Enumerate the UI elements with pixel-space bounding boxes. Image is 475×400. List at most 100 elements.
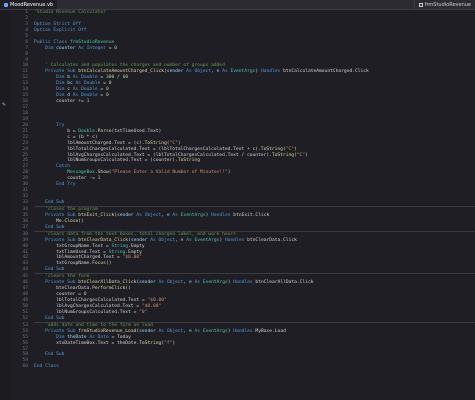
code-text: End Sub — [34, 225, 475, 231]
code-token: lblAmountCharged.Text = — [34, 255, 123, 261]
code-token: Private Sub — [34, 212, 79, 218]
code-token: As Double — [69, 93, 98, 99]
code-token: theDate — [67, 334, 87, 340]
code-token: btnClearData_Click — [78, 237, 129, 243]
code-token: String — [111, 243, 129, 249]
code-token: ToString — [139, 340, 162, 346]
code-token: EventArgs — [202, 280, 228, 286]
code-token: As Object — [133, 212, 162, 218]
code-token: As Object — [183, 69, 212, 75]
code-token: sender — [166, 69, 184, 75]
code-token: Private Sub — [34, 237, 79, 243]
code-line[interactable]: 44 End Sub — [10, 267, 475, 273]
code-token: btnExit_Click — [78, 212, 115, 218]
code-token: ' Calculates and populates the charges a… — [34, 63, 225, 69]
code-token: btnClearAllData_Click — [78, 280, 137, 286]
code-token: 'clears data from the text boxes, total … — [34, 231, 236, 237]
code-text: End Class — [34, 364, 475, 370]
code-token: As — [219, 69, 231, 75]
code-token: counter — [56, 45, 76, 51]
code-token: As — [169, 212, 181, 218]
code-text: End Sub — [34, 200, 475, 206]
code-token: counter = — [34, 292, 84, 298]
code-token: xtxDateTimeBox.Text = theDate. — [34, 340, 140, 346]
code-token: "C" — [285, 146, 295, 152]
code-token: lblTotalChargesCalculated.Text = (lblTot… — [34, 146, 261, 152]
code-token: txtTimeUsed.Text = — [34, 249, 109, 255]
code-token: "$0.00" — [141, 303, 162, 309]
code-token: End Sub — [34, 352, 65, 358]
code-token: Private Sub — [34, 280, 79, 286]
code-token: btnCalculateAmountCharged.Click — [283, 69, 369, 75]
code-token: Handles — [233, 280, 256, 286]
code-token: 'closes the program — [34, 206, 98, 212]
code-token: 1 — [86, 99, 90, 105]
code-token: btnClearData.Click — [247, 237, 297, 243]
code-token: EventArgs — [202, 328, 228, 334]
code-token: sender — [139, 280, 156, 286]
code-token: ) — [172, 340, 176, 346]
code-token: MyBase.Load — [255, 328, 286, 334]
code-token: End Sub — [34, 267, 65, 273]
code-token: sender — [139, 328, 156, 334]
code-token: Dim — [34, 87, 68, 93]
code-token: 'Studio Revenue Calculator — [34, 10, 106, 15]
code-token: Option Explicit Off — [34, 27, 87, 33]
code-token: Me. — [34, 218, 65, 224]
edit-pencil-icon: ✎ — [2, 101, 6, 108]
code-token: txtGroupName. — [34, 261, 93, 267]
code-token: Dim — [34, 45, 57, 51]
code-token: Private Sub — [34, 328, 79, 334]
code-token: lblNumGroupsCalculated.Text = (counter). — [34, 158, 178, 164]
code-token: () — [78, 218, 84, 224]
code-token: "C" — [169, 140, 178, 146]
code-token: counter += — [34, 99, 87, 105]
code-line[interactable]: 60 End Class — [10, 364, 475, 370]
code-token: "0" — [139, 309, 148, 315]
code-token: End Try — [34, 182, 76, 188]
code-token: As — [191, 328, 203, 334]
tab-code-file-label: MoodRevenue.vb — [10, 1, 54, 8]
code-text: End Sub — [34, 316, 475, 322]
code-token: As Date — [86, 334, 109, 340]
code-token: Option Strict Off — [34, 21, 82, 27]
code-token: As Integer — [75, 45, 106, 51]
code-token: Handles — [260, 69, 284, 75]
code-token: lblAmountCharged.Text = (c). — [34, 140, 145, 146]
code-token: ) — [305, 152, 308, 158]
code-line[interactable]: 52 End Sub — [10, 316, 475, 322]
code-editor[interactable]: 1 'Studio Revenue Calculator 2 3 Option Stri… — [10, 10, 475, 400]
code-token: = — [97, 75, 106, 81]
code-token: EventArgs — [230, 69, 256, 75]
code-text: End Sub — [34, 267, 475, 273]
code-token: Dim — [34, 81, 68, 87]
code-token: = — [100, 81, 109, 87]
code-token: Double — [78, 128, 95, 134]
code-line[interactable]: 33 End Sub — [10, 200, 475, 206]
vb-file-icon — [4, 2, 8, 7]
code-token: frmStudioRevenue_Load — [78, 328, 137, 334]
code-token: "$0.00" — [122, 255, 142, 261]
code-token: "Please Enter a Valid Number of Minutes!… — [111, 170, 228, 176]
code-token: / — [114, 75, 123, 81]
code-token: Dim — [34, 75, 68, 81]
tab-design-file[interactable]: frmStudioRevenue — [413, 0, 475, 9]
editor-tab-bar: MoodRevenue.vb frmStudioRevenue — [0, 0, 475, 10]
tab-code-file[interactable]: MoodRevenue.vb — [0, 0, 58, 9]
code-token: 60 — [122, 75, 129, 81]
code-token: Public Class — [34, 39, 70, 45]
code-token: End Sub — [34, 200, 65, 205]
code-token: .Empty — [128, 243, 145, 249]
code-token: Handles — [211, 212, 234, 218]
code-token: 0 — [114, 45, 118, 51]
code-line[interactable]: 37 End Sub — [10, 225, 475, 231]
gutter-rail: ✎ — [0, 10, 10, 400]
code-token: btnClearAllData.Click — [255, 280, 314, 286]
code-token: End Sub — [34, 224, 65, 230]
code-token: As Object — [147, 237, 176, 243]
code-token: ) — [294, 146, 297, 152]
code-token: Close — [64, 218, 79, 224]
tab-design-file-label: frmStudioRevenue — [424, 1, 471, 8]
code-token: EventArgs — [194, 237, 220, 243]
